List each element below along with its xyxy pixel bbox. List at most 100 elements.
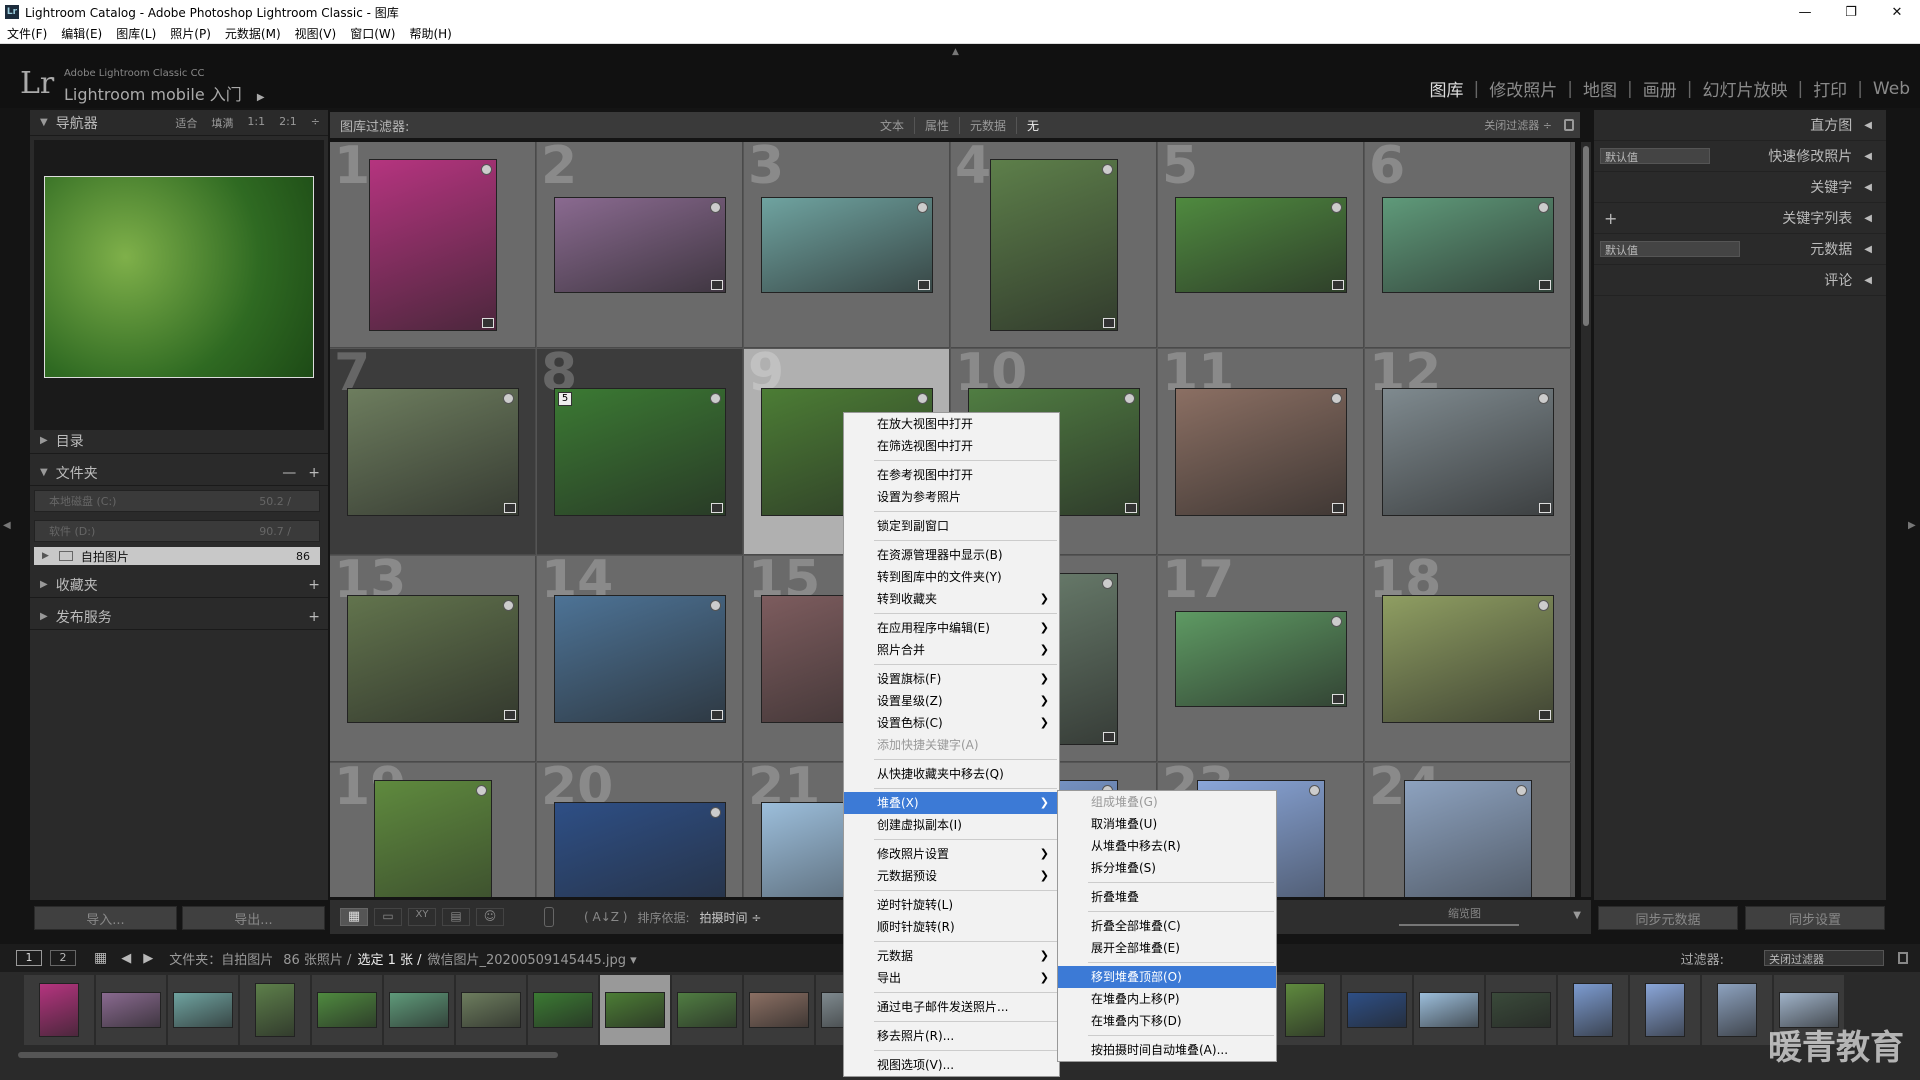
filmstrip-thumbnail[interactable]: [1573, 983, 1613, 1037]
module-slideshow[interactable]: 幻灯片放映: [1702, 76, 1787, 101]
menu-view[interactable]: 视图(V): [288, 25, 344, 42]
remove-folder-icon[interactable]: —: [282, 465, 296, 481]
back-arrow-icon[interactable]: ◀: [121, 951, 131, 966]
context-menu-item[interactable]: 转到图库中的文件夹(Y): [844, 566, 1059, 588]
grid-cell[interactable]: 19: [330, 757, 536, 897]
filmstrip-thumbnail[interactable]: [749, 992, 809, 1028]
quick-collection-icon[interactable]: [1538, 393, 1549, 404]
quick-collection-icon[interactable]: [710, 600, 721, 611]
quick-collection-icon[interactable]: [503, 600, 514, 611]
add-keyword-icon[interactable]: +: [1604, 209, 1617, 228]
menu-help[interactable]: 帮助(H): [402, 25, 458, 42]
add-folder-icon[interactable]: +: [308, 465, 320, 481]
add-publish-icon[interactable]: +: [308, 609, 328, 625]
filmstrip-cell[interactable]: [1342, 975, 1412, 1045]
filmstrip-thumbnail[interactable]: [461, 992, 521, 1028]
quick-collection-icon[interactable]: [1331, 616, 1342, 627]
filmstrip-cell[interactable]: [672, 975, 742, 1045]
filmstrip-cell[interactable]: [600, 975, 670, 1045]
toolbar-menu-icon[interactable]: ▼: [1573, 910, 1581, 921]
navigator-header[interactable]: ▼ 导航器 适合 填满 1:1 2:1 ÷: [30, 110, 328, 136]
context-menu-item[interactable]: 设置色标(C) ❯: [844, 712, 1059, 734]
menu-metadata[interactable]: 元数据(M): [218, 25, 288, 42]
photo-thumbnail[interactable]: [1404, 780, 1532, 897]
menu-window[interactable]: 窗口(W): [343, 25, 402, 42]
filmstrip-cell[interactable]: [1414, 975, 1484, 1045]
quick-collection-icon[interactable]: [1102, 578, 1113, 589]
identity-plate[interactable]: Lightroom mobile 入门 ▶: [64, 81, 265, 105]
loupe-view-icon[interactable]: ▭: [374, 908, 402, 926]
context-menu-item[interactable]: 设置星级(Z) ❯: [844, 690, 1059, 712]
grid-cell[interactable]: 13: [330, 550, 536, 762]
quick-collection-icon[interactable]: [917, 202, 928, 213]
stack-submenu-item[interactable]: 拆分堆叠(S): [1058, 857, 1276, 879]
grid-cell[interactable]: 4: [951, 142, 1157, 348]
context-menu-item[interactable]: 在参考视图中打开: [844, 464, 1059, 486]
quick-develop-preset[interactable]: 默认值: [1600, 148, 1710, 164]
filmstrip-cell[interactable]: [1558, 975, 1628, 1045]
grid-cell[interactable]: 20: [537, 757, 743, 897]
grid-cell[interactable]: 17: [1158, 550, 1364, 762]
context-menu-item[interactable]: 堆叠(X) ❯: [844, 792, 1059, 814]
context-menu-item[interactable]: 锁定到副窗口: [844, 515, 1059, 537]
module-web[interactable]: Web: [1873, 79, 1910, 99]
menu-photo[interactable]: 照片(P): [163, 25, 218, 42]
photo-thumbnail[interactable]: [990, 159, 1118, 331]
quick-collection-icon[interactable]: [1331, 393, 1342, 404]
filmstrip-thumbnail[interactable]: [533, 992, 593, 1028]
quick-collection-icon[interactable]: [710, 202, 721, 213]
collections-header[interactable]: ▶ 收藏夹 +: [30, 572, 328, 598]
filmstrip-thumbnail[interactable]: [389, 992, 449, 1028]
second-window-button[interactable]: 2: [50, 950, 76, 966]
forward-arrow-icon[interactable]: ▶: [143, 951, 153, 966]
survey-view-icon[interactable]: ▤: [442, 908, 470, 926]
context-menu-item[interactable]: 视图选项(V)...: [844, 1054, 1059, 1076]
grid-cell[interactable]: 18: [1365, 550, 1571, 762]
main-window-button[interactable]: 1: [16, 950, 42, 966]
module-map[interactable]: 地图: [1583, 76, 1617, 101]
context-menu-item[interactable]: 转到收藏夹 ❯: [844, 588, 1059, 610]
zoom-stepper-icon[interactable]: ÷: [311, 115, 320, 131]
lock-icon[interactable]: [1564, 119, 1574, 131]
grid-icon[interactable]: ▦: [94, 950, 107, 966]
module-develop[interactable]: 修改照片: [1489, 76, 1557, 101]
context-menu-item[interactable]: 元数据 ❯: [844, 945, 1059, 967]
navigator-preview-image[interactable]: [44, 176, 314, 378]
file-name[interactable]: 微信图片_20200509145445.jpg ▾: [428, 949, 637, 968]
filmstrip-cell[interactable]: [96, 975, 166, 1045]
stack-submenu-item[interactable]: 按拍摄时间自动堆叠(A)...: [1058, 1039, 1276, 1061]
stack-submenu-item[interactable]: 折叠全部堆叠(C): [1058, 915, 1276, 937]
zoom-1-1[interactable]: 1:1: [247, 115, 265, 131]
stack-submenu-item[interactable]: 折叠堆叠: [1058, 886, 1276, 908]
painter-icon[interactable]: [544, 907, 554, 927]
zoom-fill[interactable]: 填满: [211, 115, 233, 131]
photo-thumbnail[interactable]: [554, 197, 726, 293]
menu-edit[interactable]: 编辑(E): [54, 25, 109, 42]
quick-collection-icon[interactable]: [917, 393, 928, 404]
context-menu-item[interactable]: 在资源管理器中显示(B): [844, 544, 1059, 566]
people-view-icon[interactable]: ☺: [476, 908, 504, 926]
volume-d[interactable]: 软件 (D:) 90.7 /: [34, 520, 320, 542]
grid-cell[interactable]: 6: [1365, 142, 1571, 348]
minimize-button[interactable]: —: [1782, 0, 1828, 24]
photo-thumbnail[interactable]: [369, 159, 497, 331]
filmstrip-thumbnail[interactable]: [101, 992, 161, 1028]
zoom-2-1[interactable]: 2:1: [279, 115, 297, 131]
collapse-top-icon[interactable]: ▲: [952, 47, 959, 57]
quick-collection-icon[interactable]: [503, 393, 514, 404]
context-menu-item[interactable]: 导出 ❯: [844, 967, 1059, 989]
grid-cell[interactable]: 24: [1365, 757, 1571, 897]
quick-collection-icon[interactable]: [1102, 164, 1113, 175]
filmstrip-thumbnail[interactable]: [1717, 983, 1757, 1037]
filmstrip-cell[interactable]: [240, 975, 310, 1045]
context-menu-item[interactable]: 设置为参考照片: [844, 486, 1059, 508]
export-button[interactable]: 导出...: [182, 906, 325, 930]
filmstrip-thumbnail[interactable]: [1419, 992, 1479, 1028]
filmstrip-thumbnail[interactable]: [1491, 992, 1551, 1028]
add-collection-icon[interactable]: +: [308, 577, 328, 593]
context-menu-item[interactable]: 移去照片(R)...: [844, 1025, 1059, 1047]
quick-collection-icon[interactable]: [481, 164, 492, 175]
quick-collection-icon[interactable]: [710, 393, 721, 404]
photo-thumbnail[interactable]: [1175, 197, 1347, 293]
photo-thumbnail[interactable]: [1175, 611, 1347, 707]
